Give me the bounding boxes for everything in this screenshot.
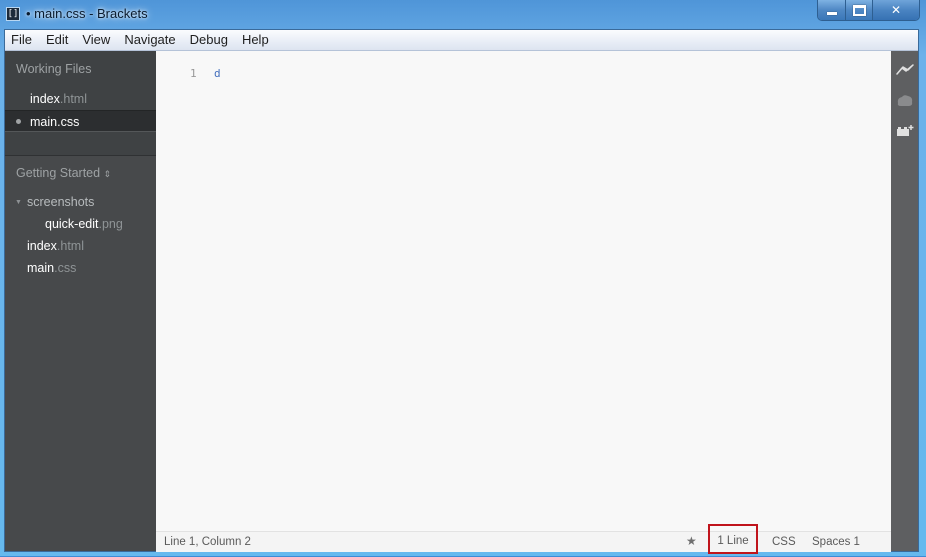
working-files-panel: Working Files index.html main.css: [5, 51, 164, 156]
disclosure-triangle-icon: ▼: [15, 199, 22, 206]
line-count: 1 Line: [708, 524, 758, 554]
maximize-button[interactable]: [845, 0, 872, 20]
star-icon[interactable]: ★: [686, 534, 697, 548]
menu-edit[interactable]: Edit: [39, 30, 75, 50]
app-client-area: File Edit View Navigate Debug Help Worki…: [4, 29, 919, 554]
live-preview-icon[interactable]: [896, 62, 914, 78]
close-button[interactable]: ✕: [872, 0, 919, 20]
menu-navigate[interactable]: Navigate: [117, 30, 182, 50]
working-file-item-selected[interactable]: main.css: [5, 110, 164, 132]
title-bar[interactable]: [] • main.css - Brackets ✕: [0, 0, 926, 29]
language-selector[interactable]: CSS: [772, 536, 796, 548]
status-bar: Line 1, Column 2 ★ 1 Line CSS Spaces 1: [156, 524, 891, 554]
maximize-icon: [852, 4, 866, 16]
menu-file[interactable]: File: [5, 30, 39, 50]
file-name: main.css: [30, 115, 80, 129]
menu-debug[interactable]: Debug: [183, 30, 235, 50]
extension-manager-icon[interactable]: [896, 123, 914, 139]
project-dropdown[interactable]: Getting Started ⇕: [16, 166, 111, 180]
code-line[interactable]: d: [214, 67, 221, 80]
brackets-window: [] • main.css - Brackets ✕ File Edit Vie…: [0, 0, 926, 556]
window-controls: ✕: [817, 0, 920, 21]
updown-arrows-icon: ⇕: [103, 169, 112, 179]
brackets-logo-icon: []: [6, 7, 20, 21]
unsaved-dot-icon: [16, 119, 21, 124]
extract-icon[interactable]: [896, 93, 914, 109]
cursor-position[interactable]: Line 1, Column 2: [164, 536, 251, 548]
project-name: Getting Started: [16, 166, 101, 180]
code-editor[interactable]: 1 d: [156, 51, 891, 531]
tree-file-item[interactable]: main.css: [27, 261, 76, 275]
indent-selector[interactable]: Spaces 1: [812, 536, 860, 548]
window-title: • main.css - Brackets: [26, 6, 148, 21]
file-name: index.html: [30, 92, 87, 106]
menu-help[interactable]: Help: [235, 30, 276, 50]
close-icon: ✕: [890, 3, 902, 17]
tree-file-item[interactable]: index.html: [27, 239, 84, 253]
menu-bar: File Edit View Navigate Debug Help: [5, 30, 918, 51]
working-files-header: Working Files: [16, 62, 92, 76]
minimize-icon: [826, 11, 837, 15]
menu-view[interactable]: View: [75, 30, 117, 50]
minimize-button[interactable]: [818, 0, 845, 20]
tree-file-item[interactable]: quick-edit.png: [45, 217, 123, 231]
right-toolbar: [891, 51, 918, 551]
folder-name: screenshots: [27, 195, 95, 209]
sidebar: Working Files index.html main.css Gettin…: [5, 51, 164, 551]
working-file-item[interactable]: index.html: [5, 88, 156, 110]
line-number: 1: [190, 67, 197, 80]
